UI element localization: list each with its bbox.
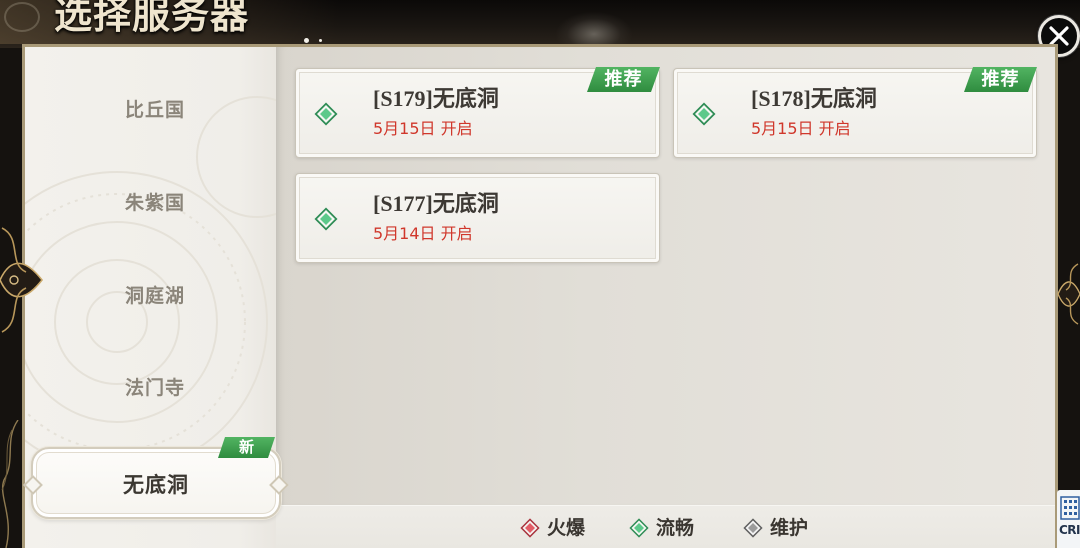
top-dot-decoration	[319, 39, 322, 42]
server-card-s179[interactable]: [S179]无底洞 5月15日 开启 推荐	[295, 68, 660, 158]
server-name: [S177]无底洞	[373, 191, 499, 216]
sidebar-item-biqiuguo[interactable]: 比丘国	[30, 88, 280, 132]
green-diamond-icon	[629, 518, 649, 538]
cri-logo: CRI	[1057, 490, 1080, 548]
status-legend-bar: 火爆 流畅 维护	[276, 505, 1055, 548]
server-open-time: 5月15日 开启	[751, 119, 851, 138]
close-icon	[1049, 26, 1069, 46]
sidebar-item-label: 比丘国	[124, 99, 185, 121]
server-open-time: 5月15日 开启	[373, 119, 473, 138]
sidebar-item-famensi[interactable]: 法门寺	[30, 366, 280, 410]
sidebar-item-dongtinghu[interactable]: 洞庭湖	[30, 274, 280, 318]
server-open-time: 5月14日 开启	[373, 224, 473, 243]
cri-logo-text: CRI	[1059, 523, 1080, 537]
green-diamond-icon	[314, 102, 338, 126]
recommend-badge: 推荐	[964, 67, 1037, 92]
server-name: [S178]无底洞	[751, 86, 877, 111]
server-name: [S179]无底洞	[373, 86, 499, 111]
title-emblem-decoration	[4, 2, 40, 32]
server-select-panel: [S179]无底洞 5月15日 开启 推荐 [S178]无底洞 5月15日 开启…	[22, 44, 1058, 548]
sidebar-item-label: 无底洞	[123, 473, 189, 497]
legend-label-busy: 火爆	[547, 517, 586, 539]
cri-logo-mark	[1060, 496, 1080, 520]
new-badge: 新	[218, 437, 275, 458]
frame-right-ornament	[1057, 263, 1080, 325]
legend-label-maintenance: 维护	[770, 517, 809, 539]
top-ornament-decoration	[556, 12, 632, 46]
page-title: 选择服务器	[54, 0, 250, 37]
red-diamond-icon	[520, 518, 540, 538]
gray-diamond-icon	[743, 518, 763, 538]
server-card-s177[interactable]: [S177]无底洞 5月14日 开启	[295, 173, 660, 263]
sidebar-item-label: 法门寺	[124, 377, 185, 399]
frame-left-ornament	[0, 227, 44, 333]
top-header-bar: 选择服务器	[0, 0, 1080, 48]
green-diamond-icon	[314, 207, 338, 231]
green-diamond-icon	[692, 102, 716, 126]
frame-left-bottom-ornament	[1, 420, 19, 548]
sidebar-item-zhuziguo[interactable]: 朱紫国	[30, 181, 280, 225]
server-card-s178[interactable]: [S178]无底洞 5月15日 开启 推荐	[673, 68, 1037, 158]
region-sidebar: 比丘国 朱紫国 洞庭湖 法门寺 无底洞 新	[25, 47, 281, 548]
legend-label-smooth: 流畅	[656, 517, 695, 539]
top-dot-decoration	[304, 38, 309, 43]
sidebar-item-label: 洞庭湖	[124, 285, 185, 307]
recommend-badge: 推荐	[587, 67, 660, 92]
server-list-area: [S179]无底洞 5月15日 开启 推荐 [S178]无底洞 5月15日 开启…	[276, 47, 1055, 505]
sidebar-item-label: 朱紫国	[124, 192, 185, 214]
